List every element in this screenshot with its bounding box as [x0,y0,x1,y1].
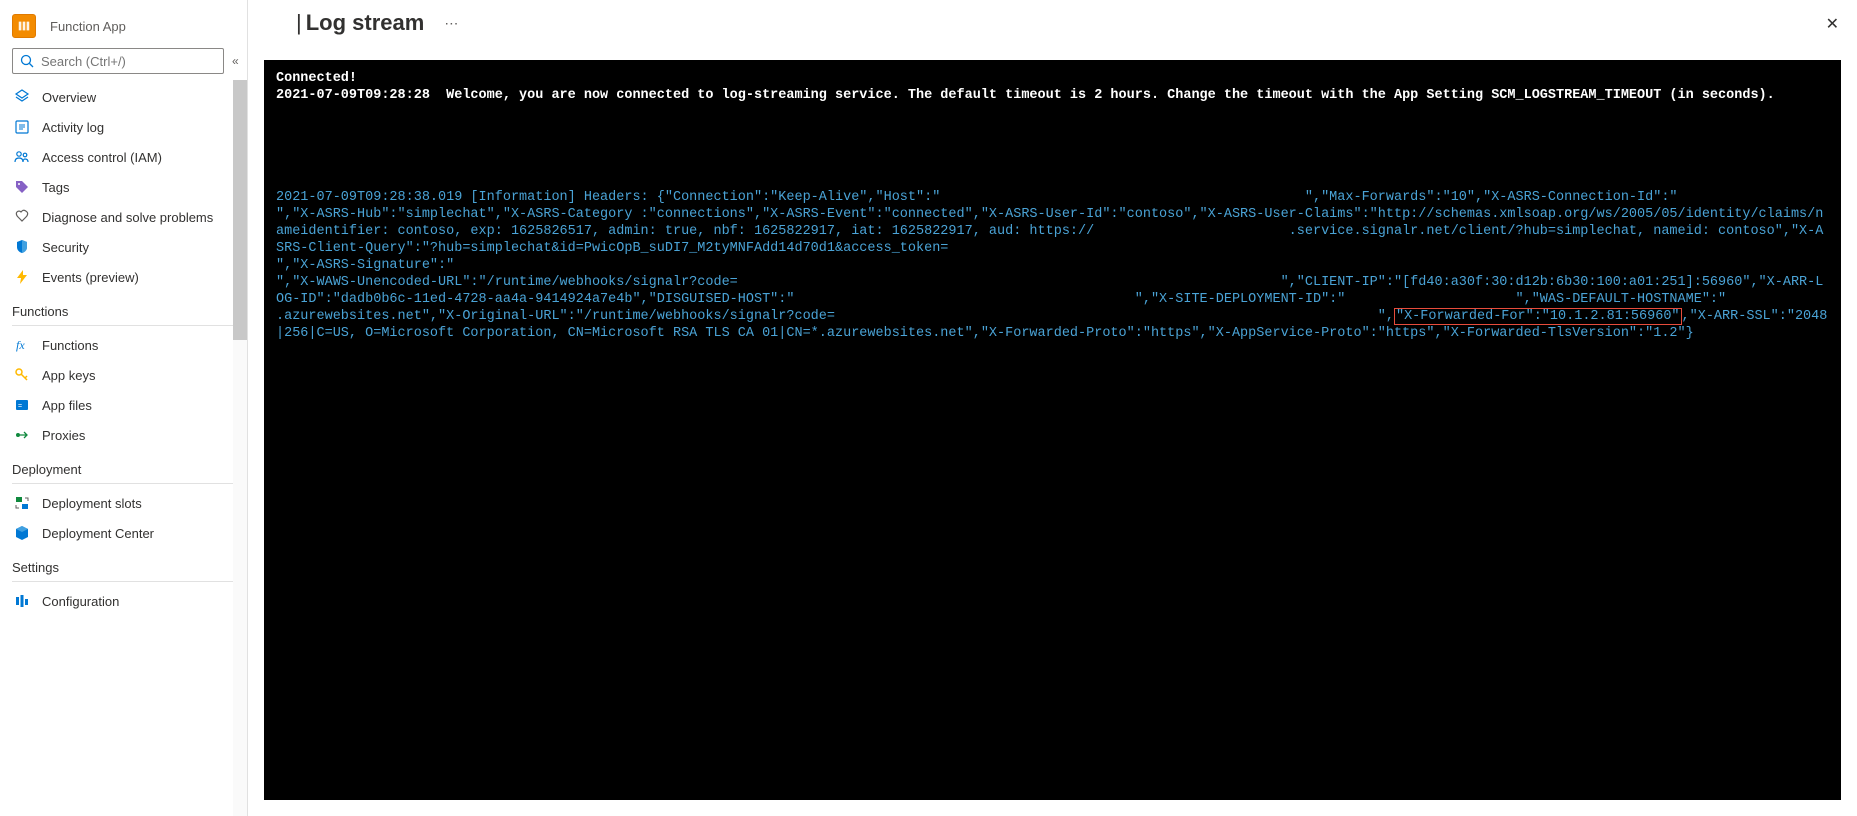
section-title-settings: Settings [0,550,247,581]
scrollbar-thumb[interactable] [233,80,247,340]
section-deployment: Deployment slots Deployment Center [0,486,247,550]
overview-icon [14,89,30,105]
nav-label: Events (preview) [42,270,139,285]
sidebar-item-app-keys[interactable]: App keys [0,360,247,390]
sidebar-header: Function App [0,8,247,48]
nav-top: Overview Activity log Access control (IA… [0,80,247,294]
title-pipe: | [296,10,302,36]
key-icon [14,367,30,383]
section-title-functions: Functions [0,294,247,325]
console-log-pre: 2021-07-09T09:28:38.019 [Information] He… [276,190,1841,324]
iam-icon [14,149,30,165]
sidebar: Function App « Overview Activity log Acc… [0,0,248,816]
sidebar-item-functions[interactable]: fx Functions [0,330,247,360]
nav-label: Activity log [42,120,104,135]
sidebar-item-deployment-center[interactable]: Deployment Center [0,518,247,548]
proxies-icon [14,427,30,443]
tags-icon [14,179,30,195]
nav-label: App files [42,398,92,413]
diagnose-icon [14,209,30,225]
divider [12,325,235,326]
nav-label: Access control (IAM) [42,150,162,165]
divider [12,581,235,582]
section-settings: Configuration [0,584,247,618]
sidebar-item-iam[interactable]: Access control (IAM) [0,142,247,172]
sidebar-scrollbar[interactable] [233,80,247,816]
sidebar-item-deployment-slots[interactable]: Deployment slots [0,488,247,518]
nav-label: Proxies [42,428,85,443]
svg-text:=: = [18,403,22,410]
page-title: Log stream [306,10,425,36]
collapse-sidebar-button[interactable]: « [232,53,239,69]
nav-label: Security [42,240,89,255]
files-icon: = [14,397,30,413]
sidebar-item-proxies[interactable]: Proxies [0,420,247,450]
sidebar-item-activity-log[interactable]: Activity log [0,112,247,142]
section-title-deployment: Deployment [0,452,247,483]
more-actions-button[interactable]: ⋯ [444,15,458,32]
sidebar-item-security[interactable]: Security [0,232,247,262]
activity-log-icon [14,119,30,135]
configuration-icon [14,593,30,609]
divider [12,483,235,484]
nav-label: Overview [42,90,96,105]
shield-icon [14,239,30,255]
nav-label: Functions [42,338,98,353]
section-functions: fx Functions App keys = App files Proxie… [0,328,247,452]
sidebar-item-overview[interactable]: Overview [0,82,247,112]
app-type-label: Function App [50,19,126,34]
nav-label: Deployment Center [42,526,154,541]
slots-icon [14,495,30,511]
function-app-icon [12,14,36,38]
svg-text:fx: fx [16,338,25,352]
main-content: | Log stream ⋯ ✕ Connected! 2021-07-09T0… [248,0,1857,816]
console-log-highlight: "X-Forwarded-For":"10.1.2.81:56960" [1394,308,1682,325]
search-icon [19,53,35,69]
sidebar-item-app-files[interactable]: = App files [0,390,247,420]
log-console[interactable]: Connected! 2021-07-09T09:28:28 Welcome, … [264,60,1841,800]
close-button[interactable]: ✕ [1826,14,1839,34]
page-header: | Log stream ⋯ ✕ [248,0,1857,46]
functions-icon: fx [14,337,30,353]
deployment-center-icon [14,525,30,541]
console-connected: Connected! [276,71,357,86]
search-box[interactable] [12,48,224,74]
nav-label: Tags [42,180,69,195]
sidebar-item-configuration[interactable]: Configuration [0,586,247,616]
console-welcome: 2021-07-09T09:28:28 Welcome, you are now… [276,88,1775,103]
nav-label: App keys [42,368,95,383]
search-input[interactable] [41,54,217,69]
nav-label: Deployment slots [42,496,142,511]
nav-label: Configuration [42,594,119,609]
sidebar-item-events[interactable]: Events (preview) [0,262,247,292]
events-icon [14,269,30,285]
sidebar-item-tags[interactable]: Tags [0,172,247,202]
sidebar-item-diagnose[interactable]: Diagnose and solve problems [0,202,247,232]
nav-label: Diagnose and solve problems [42,210,213,225]
